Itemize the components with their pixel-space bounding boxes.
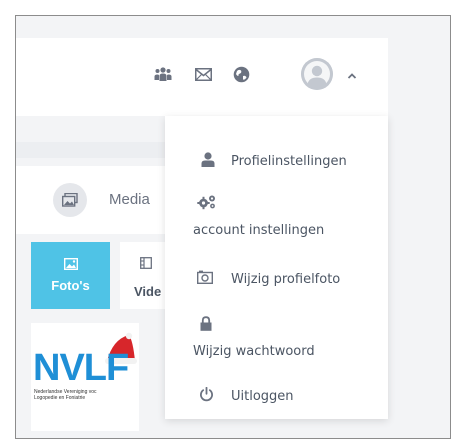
- chevron-up-icon[interactable]: [347, 68, 357, 79]
- users-icon[interactable]: [153, 64, 173, 84]
- menu-item-label: Profielinstellingen: [231, 154, 347, 169]
- camera-icon: [197, 270, 213, 284]
- menu-item-label: Wijzig wachtwoord: [193, 344, 315, 359]
- menu-item-label: Uitloggen: [231, 389, 294, 404]
- tab-video[interactable]: Vide: [120, 242, 170, 309]
- power-icon: [200, 387, 213, 402]
- logo-subtitle: Nederlandse Vereniging voc Logopedie en …: [34, 389, 97, 401]
- tab-photos[interactable]: Foto's: [31, 242, 110, 309]
- tab-photos-label: Foto's: [51, 278, 90, 293]
- gears-icon: [197, 195, 215, 210]
- menu-item-label: Wijzig profielfoto: [231, 272, 341, 287]
- tab-video-label: Vide: [134, 284, 162, 299]
- menu-item-account-settings[interactable]: account instellingen: [165, 192, 388, 242]
- globe-icon[interactable]: [231, 64, 251, 84]
- lock-icon: [200, 316, 212, 331]
- menu-item-change-password[interactable]: Wijzig wachtwoord: [165, 314, 388, 364]
- content-header-strip: [16, 142, 166, 158]
- user-icon: [201, 152, 215, 167]
- media-label[interactable]: Media: [109, 191, 150, 208]
- app-window: Media Foto's Vide NVLF Nederlandse Veren…: [15, 15, 451, 439]
- logo-text: NVLF: [33, 347, 129, 389]
- menu-item-label: account instellingen: [193, 223, 325, 238]
- avatar[interactable]: [301, 58, 333, 90]
- menu-item-logout[interactable]: Uitloggen: [165, 382, 388, 412]
- profile-dropdown-menu: Profielinstellingen account instellingen: [165, 116, 388, 419]
- photo-thumbnail[interactable]: NVLF Nederlandse Vereniging voc Logopedi…: [31, 323, 139, 431]
- mail-icon[interactable]: [193, 64, 213, 84]
- image-icon: [63, 258, 78, 270]
- media-icon[interactable]: [53, 183, 87, 217]
- film-icon: [140, 257, 152, 269]
- menu-item-change-photo[interactable]: Wijzig profielfoto: [165, 264, 388, 294]
- menu-item-profile-settings[interactable]: Profielinstellingen: [165, 146, 388, 176]
